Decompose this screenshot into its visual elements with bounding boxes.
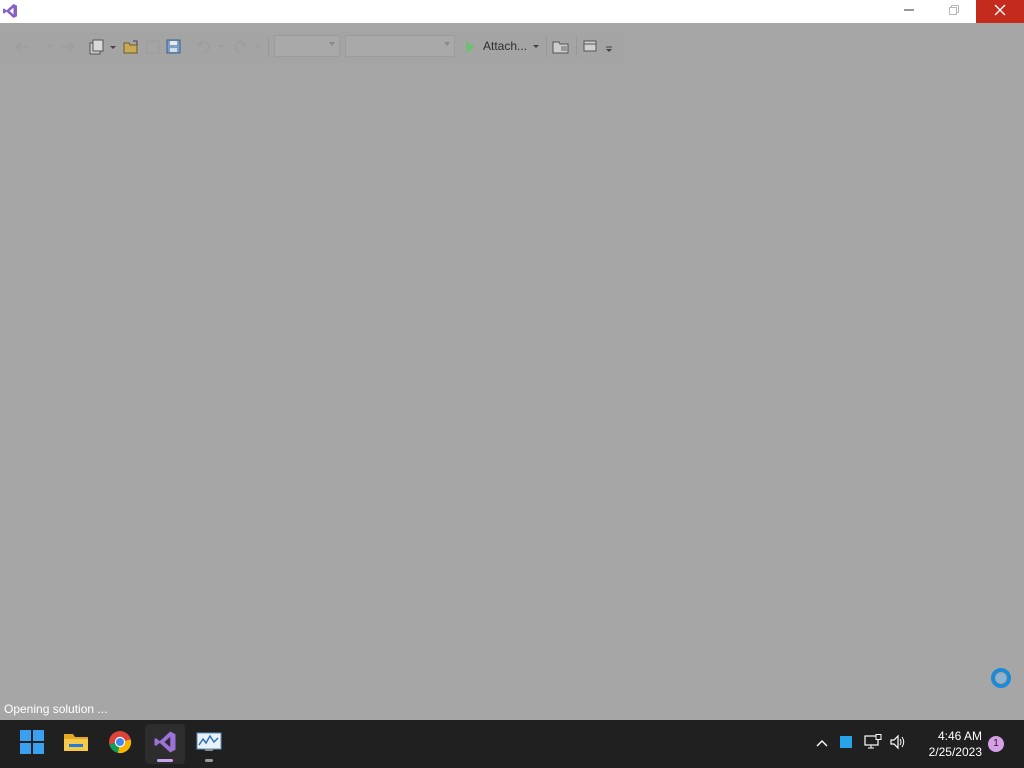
restore-icon	[948, 3, 960, 21]
status-bar-text: Opening solution ...	[4, 702, 108, 716]
clock-time: 4:46 AM	[937, 729, 982, 743]
visual-studio-logo-icon[interactable]	[2, 3, 18, 19]
running-indicator	[205, 759, 213, 762]
redo-icon[interactable]	[232, 38, 264, 56]
tray-network[interactable]	[862, 720, 884, 768]
network-icon	[864, 733, 882, 755]
notification-badge[interactable]: 1	[988, 736, 1004, 752]
active-indicator	[157, 759, 173, 762]
maximize-button[interactable]	[931, 0, 976, 23]
volume-icon	[889, 734, 907, 755]
standard-toolbar: Attach...	[0, 31, 625, 63]
solution-explorer-icon[interactable]	[552, 38, 570, 56]
loading-spinner-icon	[990, 667, 1012, 689]
windows-start-icon	[20, 729, 44, 759]
solution-platform-dropdown[interactable]	[345, 35, 455, 57]
save-icon[interactable]	[146, 38, 160, 56]
attach-dropdown-icon[interactable]	[531, 38, 541, 56]
close-icon	[994, 3, 1006, 21]
folder-icon	[63, 731, 89, 758]
taskbar-file-explorer[interactable]	[56, 724, 96, 764]
forward-icon[interactable]	[60, 38, 76, 56]
taskbar-clock[interactable]: 4:46 AM 2/25/2023	[916, 728, 982, 760]
clock-date: 2/25/2023	[928, 745, 982, 759]
undo-icon[interactable]	[196, 38, 228, 56]
blue-square-icon	[839, 735, 853, 754]
minimize-button[interactable]	[886, 0, 931, 23]
chrome-icon	[108, 730, 132, 759]
save-all-icon[interactable]	[166, 38, 182, 56]
close-button[interactable]	[976, 0, 1024, 23]
minimize-icon	[903, 3, 915, 21]
start-icon[interactable]	[463, 38, 477, 56]
window-layout-icon[interactable]	[582, 38, 614, 56]
attach-button-label[interactable]: Attach...	[483, 39, 527, 53]
solution-configuration-dropdown[interactable]	[274, 35, 340, 57]
tray-overflow-button[interactable]	[812, 720, 832, 768]
visual-studio-icon	[153, 730, 177, 759]
new-project-icon[interactable]	[88, 38, 118, 56]
taskbar: 4:46 AM 2/25/2023	[0, 720, 1024, 768]
back-icon[interactable]	[14, 38, 54, 56]
open-file-icon[interactable]	[123, 38, 139, 56]
taskbar-performance-monitor[interactable]	[189, 724, 229, 764]
title-bar	[0, 0, 1024, 23]
taskbar-visual-studio[interactable]	[145, 724, 185, 764]
tray-volume[interactable]	[887, 720, 909, 768]
chevron-up-icon	[815, 735, 829, 753]
taskbar-chrome[interactable]	[100, 724, 140, 764]
tray-app-icon[interactable]	[837, 720, 855, 768]
monitor-chart-icon	[196, 731, 222, 758]
start-button[interactable]	[12, 724, 52, 764]
